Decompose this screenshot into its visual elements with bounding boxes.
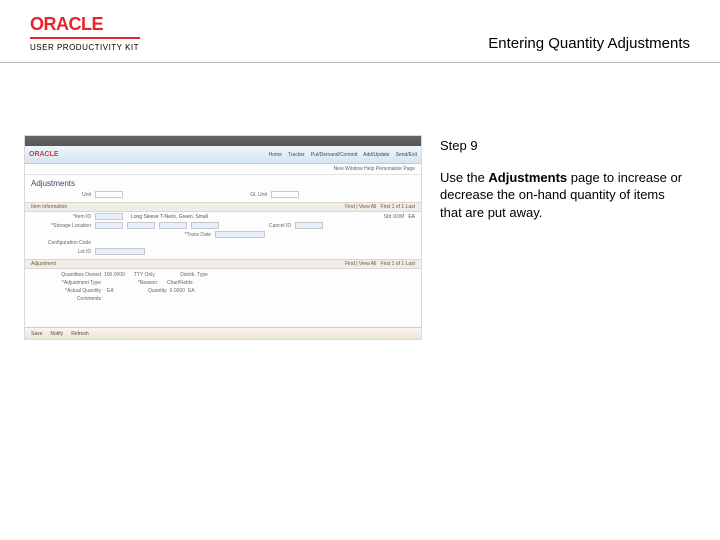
ss-tabbar: ORACLE Home Tracker Put/Demand/Commit Ad…	[25, 146, 421, 164]
ss-tabs: Home Tracker Put/Demand/Commit Add/Updat…	[269, 152, 417, 158]
ss-find-label: Find | View All	[345, 204, 376, 210]
ss-storage-f3	[159, 222, 187, 229]
logo-subtitle: USER PRODUCTIVITY KIT	[30, 43, 140, 52]
ss-distrib-label: Distrib. Type	[168, 272, 208, 278]
ss-oracle-logo: ORACLE	[29, 151, 59, 158]
body-prefix: Use the	[440, 170, 488, 185]
oracle-logo-block: ORACLE USER PRODUCTIVITY KIT	[30, 14, 140, 52]
ss-date-field	[215, 231, 265, 238]
ss-adj-find-val: First 1 of 1 Last	[381, 261, 415, 267]
page-title: Entering Quantity Adjustments	[488, 35, 690, 52]
ss-date-row: *Trans Date	[25, 230, 421, 239]
ss-std-val: EA	[408, 214, 415, 220]
ss-tab: Tracker	[288, 152, 305, 158]
ss-qty-val: 0.0000	[170, 288, 185, 294]
logo-underline	[30, 37, 140, 39]
ss-unit-row: Unit GL Unit	[25, 190, 421, 199]
ss-adj-title: Adjustment	[31, 261, 56, 267]
ss-tab: Send/Exit	[396, 152, 417, 158]
ss-find-val: First 1 of 1 Last	[381, 204, 415, 210]
ss-ea2: EA	[188, 288, 195, 294]
ss-cfg-label: Configuration Code	[31, 240, 91, 246]
ss-item-info-title: Item Information	[31, 204, 67, 210]
ss-comments-label: Comments	[31, 296, 101, 302]
ss-qtyowned-val: 100.0000	[104, 272, 125, 278]
ss-gl-label: GL Unit	[207, 192, 267, 198]
ss-tty: TTY Only	[134, 272, 155, 278]
ss-bottom-bar: Save Notify Refresh	[25, 327, 421, 339]
ss-unit-field	[95, 191, 123, 198]
body-bold: Adjustments	[488, 170, 567, 185]
ss-subbar: New Window Help Personalize Page	[25, 164, 421, 175]
app-screenshot: ORACLE Home Tracker Put/Demand/Commit Ad…	[24, 135, 422, 340]
ss-lot-field	[95, 248, 145, 255]
ss-titlebar	[25, 136, 421, 146]
ss-item-field	[95, 213, 123, 220]
ss-item-info-band: Item Information Find | View All First 1…	[25, 202, 421, 212]
ss-storage-f1	[95, 222, 123, 229]
ss-reason-label: *Reason	[117, 280, 157, 286]
ss-date-label: *Trans Date	[31, 232, 211, 238]
ss-adj-band: Adjustment Find | View All First 1 of 1 …	[25, 259, 421, 269]
ss-tab: Put/Demand/Commit	[311, 152, 357, 158]
ss-tab: Home	[269, 152, 282, 158]
ss-refresh-button: Refresh	[71, 331, 89, 337]
ss-lot-row: Lot ID	[25, 247, 421, 256]
ss-desc-val: Long Sleeve T-Neck, Green, Small	[131, 214, 208, 220]
ss-std-label: Std UOM	[372, 214, 404, 220]
ss-storage-f4	[191, 222, 219, 229]
ss-item-label: *Item ID	[31, 214, 91, 220]
ss-storage-f2	[127, 222, 155, 229]
ss-lot-label: Lot ID	[31, 249, 91, 255]
ss-cancel-label: Cancel ID	[231, 223, 291, 229]
ss-cancel-field	[295, 222, 323, 229]
ss-gl-field	[271, 191, 299, 198]
ss-storage-row: *Storage Location Cancel ID	[25, 221, 421, 230]
instructions-panel: Step 9 Use the Adjustments page to incre…	[440, 135, 688, 221]
ss-qtyowned-label: Quantities Owned	[31, 272, 101, 278]
ss-save-button: Save	[31, 331, 42, 337]
ss-qty-label: Quantity	[127, 288, 167, 294]
ss-tab: Add/Update	[363, 152, 389, 158]
ss-cfg-row: Configuration Code	[25, 239, 421, 247]
ss-notify-button: Notify	[50, 331, 63, 337]
ss-item-row: *Item ID Long Sleeve T-Neck, Green, Smal…	[25, 212, 421, 221]
ss-actual-label: *Actual Quantity	[31, 288, 101, 294]
ss-storage-label: *Storage Location	[31, 223, 91, 229]
ss-heading: Adjustments	[25, 175, 421, 190]
ss-ea: EA	[107, 288, 114, 294]
oracle-logo: ORACLE	[30, 14, 140, 35]
ss-adj-grid: Quantities Owned 100.0000 TTY Only Distr…	[25, 269, 421, 305]
ss-adjtype-label: *Adjustment Type	[31, 280, 101, 286]
ss-chartfields: ChartFields	[167, 280, 193, 286]
instruction-text: Use the Adjustments page to increase or …	[440, 169, 688, 222]
step-label: Step 9	[440, 137, 688, 155]
ss-unit-label: Unit	[31, 192, 91, 198]
ss-adj-find-label: Find | View All	[345, 261, 376, 267]
